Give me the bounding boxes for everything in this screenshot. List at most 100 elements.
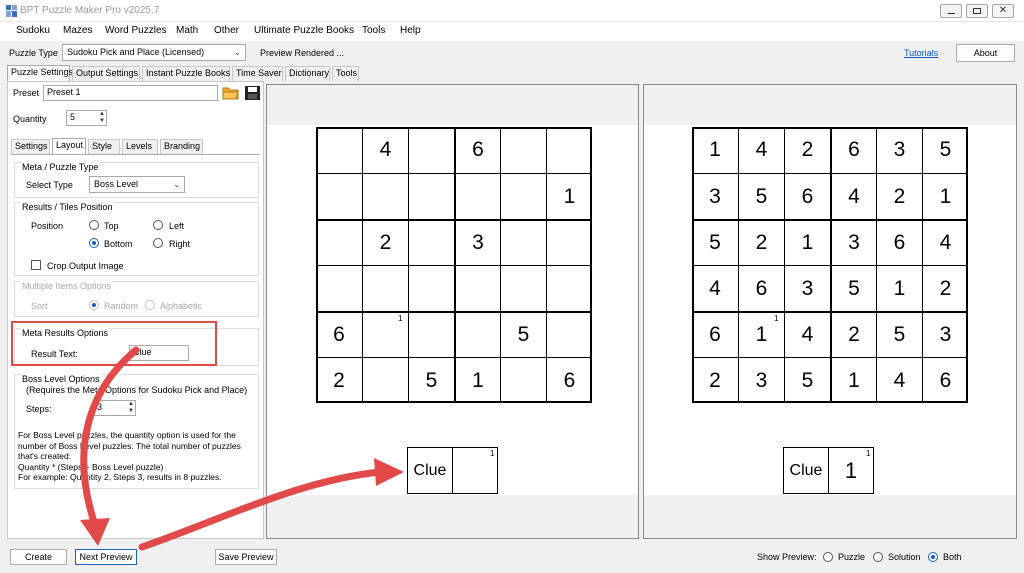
subtab-settings[interactable]: Settings bbox=[11, 139, 50, 154]
subtab-layout[interactable]: Layout bbox=[52, 138, 86, 154]
grid-cell bbox=[546, 311, 592, 357]
position-right-radio[interactable] bbox=[153, 238, 163, 248]
puzzle-type-value: Sudoku Pick and Place (Licensed) bbox=[67, 47, 205, 57]
tab-puzzle-settings[interactable]: Puzzle Settings bbox=[7, 65, 73, 81]
menu-math[interactable]: Math bbox=[176, 25, 198, 36]
save-icon[interactable] bbox=[244, 85, 261, 101]
stepper-arrows-icon: ▲ ▼ bbox=[99, 111, 105, 124]
subtab-divider bbox=[11, 154, 260, 155]
steps-stepper[interactable]: 3 ▲ ▼ bbox=[93, 400, 136, 416]
chevron-down-icon: ⌄ bbox=[173, 180, 180, 189]
help-line: For Boss Level puzzles, the quantity opt… bbox=[18, 430, 236, 440]
position-left-radio[interactable] bbox=[153, 220, 163, 230]
puzzle-clue-tiles: Clue 1 bbox=[407, 447, 499, 494]
grid-cell: 6 bbox=[830, 127, 876, 173]
sort-alphabetic-label: Alphabetic bbox=[160, 301, 203, 311]
settings-panel: Preset Preset 1 Quantity 5 ▲ ▼ Settings L… bbox=[7, 81, 264, 539]
position-top-radio[interactable] bbox=[89, 220, 99, 230]
tab-time-saver[interactable]: Time Saver bbox=[232, 66, 283, 81]
position-bottom-label: Bottom bbox=[104, 239, 133, 249]
grid-cell: 6 bbox=[922, 357, 968, 403]
sort-random-radio[interactable] bbox=[89, 300, 99, 310]
about-button[interactable]: About bbox=[956, 44, 1015, 62]
results-tiles-position-group: Results / Tiles Position Position Top Le… bbox=[14, 202, 259, 276]
grid-cell: 5 bbox=[922, 127, 968, 173]
sort-alphabetic-radio[interactable] bbox=[145, 300, 155, 310]
select-type-label: Select Type bbox=[26, 180, 73, 190]
stepper-arrows-icon: ▲ ▼ bbox=[128, 401, 134, 414]
results-group-title: Results / Tiles Position bbox=[21, 202, 114, 212]
grid-cell: 3 bbox=[692, 173, 738, 219]
menu-help[interactable]: Help bbox=[400, 25, 421, 36]
menu-mazes[interactable]: Mazes bbox=[63, 25, 92, 36]
tab-output-settings[interactable]: Output Settings bbox=[72, 66, 140, 81]
grid-cell: 4 bbox=[784, 311, 830, 357]
grid-cell: 6 bbox=[738, 265, 784, 311]
save-preview-button[interactable]: Save Preview bbox=[215, 549, 277, 565]
grid-cell bbox=[408, 127, 454, 173]
grid-cell bbox=[500, 127, 546, 173]
grid-cell bbox=[362, 173, 408, 219]
preset-field[interactable]: Preset 1 bbox=[43, 85, 218, 101]
grid-cell bbox=[454, 265, 500, 311]
window-title: BPT Puzzle Maker Pro v2025.7 bbox=[20, 5, 160, 16]
create-button[interactable]: Create bbox=[10, 549, 67, 565]
grid-cell: 6 bbox=[316, 311, 362, 357]
select-type-value: Boss Level bbox=[94, 179, 139, 189]
grid-cell: 2 bbox=[830, 311, 876, 357]
multiple-items-group: Multiple Items Options Sort Random Alpha… bbox=[14, 281, 259, 317]
maximize-button[interactable] bbox=[966, 4, 988, 18]
show-solution-radio[interactable] bbox=[873, 552, 883, 562]
subtab-branding[interactable]: Branding bbox=[160, 139, 203, 154]
menu-other[interactable]: Other bbox=[214, 25, 239, 36]
grid-cell bbox=[500, 265, 546, 311]
help-line: that's created: bbox=[18, 451, 72, 462]
show-both-radio[interactable] bbox=[928, 552, 938, 562]
grid-cell: 5 bbox=[692, 219, 738, 265]
menu-sudoku[interactable]: Sudoku bbox=[16, 25, 50, 36]
grid-cell: 1 bbox=[922, 173, 968, 219]
puzzle-canvas: 461236525161 Clue 1 bbox=[267, 125, 638, 495]
crop-label: Crop Output Image bbox=[47, 261, 124, 271]
subtab-style[interactable]: Style bbox=[88, 139, 120, 154]
grid-cell: 1 bbox=[784, 219, 830, 265]
grid-cell: 4 bbox=[922, 219, 968, 265]
position-bottom-radio[interactable] bbox=[89, 238, 99, 248]
menu-tools[interactable]: Tools bbox=[362, 25, 385, 36]
close-button[interactable]: ✕ bbox=[992, 4, 1014, 18]
quantity-value: 5 bbox=[70, 112, 76, 122]
grid-cell: 5 bbox=[830, 265, 876, 311]
tutorials-link[interactable]: Tutorials bbox=[904, 48, 938, 58]
next-preview-button[interactable]: Next Preview bbox=[75, 549, 137, 565]
menu-ultimate-puzzle-books[interactable]: Ultimate Puzzle Books bbox=[254, 25, 354, 36]
boss-group-title: Boss Level Options bbox=[21, 374, 101, 384]
meta-puzzle-type-group: Meta / Puzzle Type Select Type Boss Leve… bbox=[14, 162, 259, 198]
grid-cell bbox=[500, 173, 546, 219]
clue-marker: 1 bbox=[866, 449, 871, 458]
open-folder-icon[interactable] bbox=[222, 85, 239, 101]
select-type-dropdown[interactable]: Boss Level ⌄ bbox=[89, 176, 185, 193]
quantity-stepper[interactable]: 5 ▲ ▼ bbox=[66, 110, 107, 126]
crop-checkbox[interactable] bbox=[31, 260, 41, 270]
menu-word-puzzles[interactable]: Word Puzzles bbox=[105, 25, 167, 36]
grid-cell bbox=[500, 219, 546, 265]
cell-marker: 1 bbox=[398, 314, 403, 323]
grid-cell: 4 bbox=[692, 265, 738, 311]
clue-label-tile: Clue bbox=[407, 447, 453, 494]
subtab-levels[interactable]: Levels bbox=[122, 139, 158, 154]
grid-cell: 3 bbox=[738, 357, 784, 403]
tab-dictionary[interactable]: Dictionary bbox=[285, 66, 330, 81]
puzzle-type-select[interactable]: Sudoku Pick and Place (Licensed) ⌄ bbox=[62, 44, 246, 61]
grid-cell: 3 bbox=[876, 127, 922, 173]
boss-requires-note: (Requires the Meta Options for Sudoku Pi… bbox=[26, 385, 248, 395]
grid-cell: 5 bbox=[408, 357, 454, 403]
grid-cell: 4 bbox=[876, 357, 922, 403]
tab-tools[interactable]: Tools bbox=[332, 66, 359, 81]
sort-random-label: Random bbox=[104, 301, 139, 311]
show-puzzle-radio[interactable] bbox=[823, 552, 833, 562]
minimize-button[interactable] bbox=[940, 4, 962, 18]
grid-cell bbox=[546, 265, 592, 311]
grid-cell: 2 bbox=[692, 357, 738, 403]
meta-group-title: Meta / Puzzle Type bbox=[21, 162, 100, 172]
tab-instant-puzzle-books[interactable]: Instant Puzzle Books bbox=[142, 66, 230, 81]
